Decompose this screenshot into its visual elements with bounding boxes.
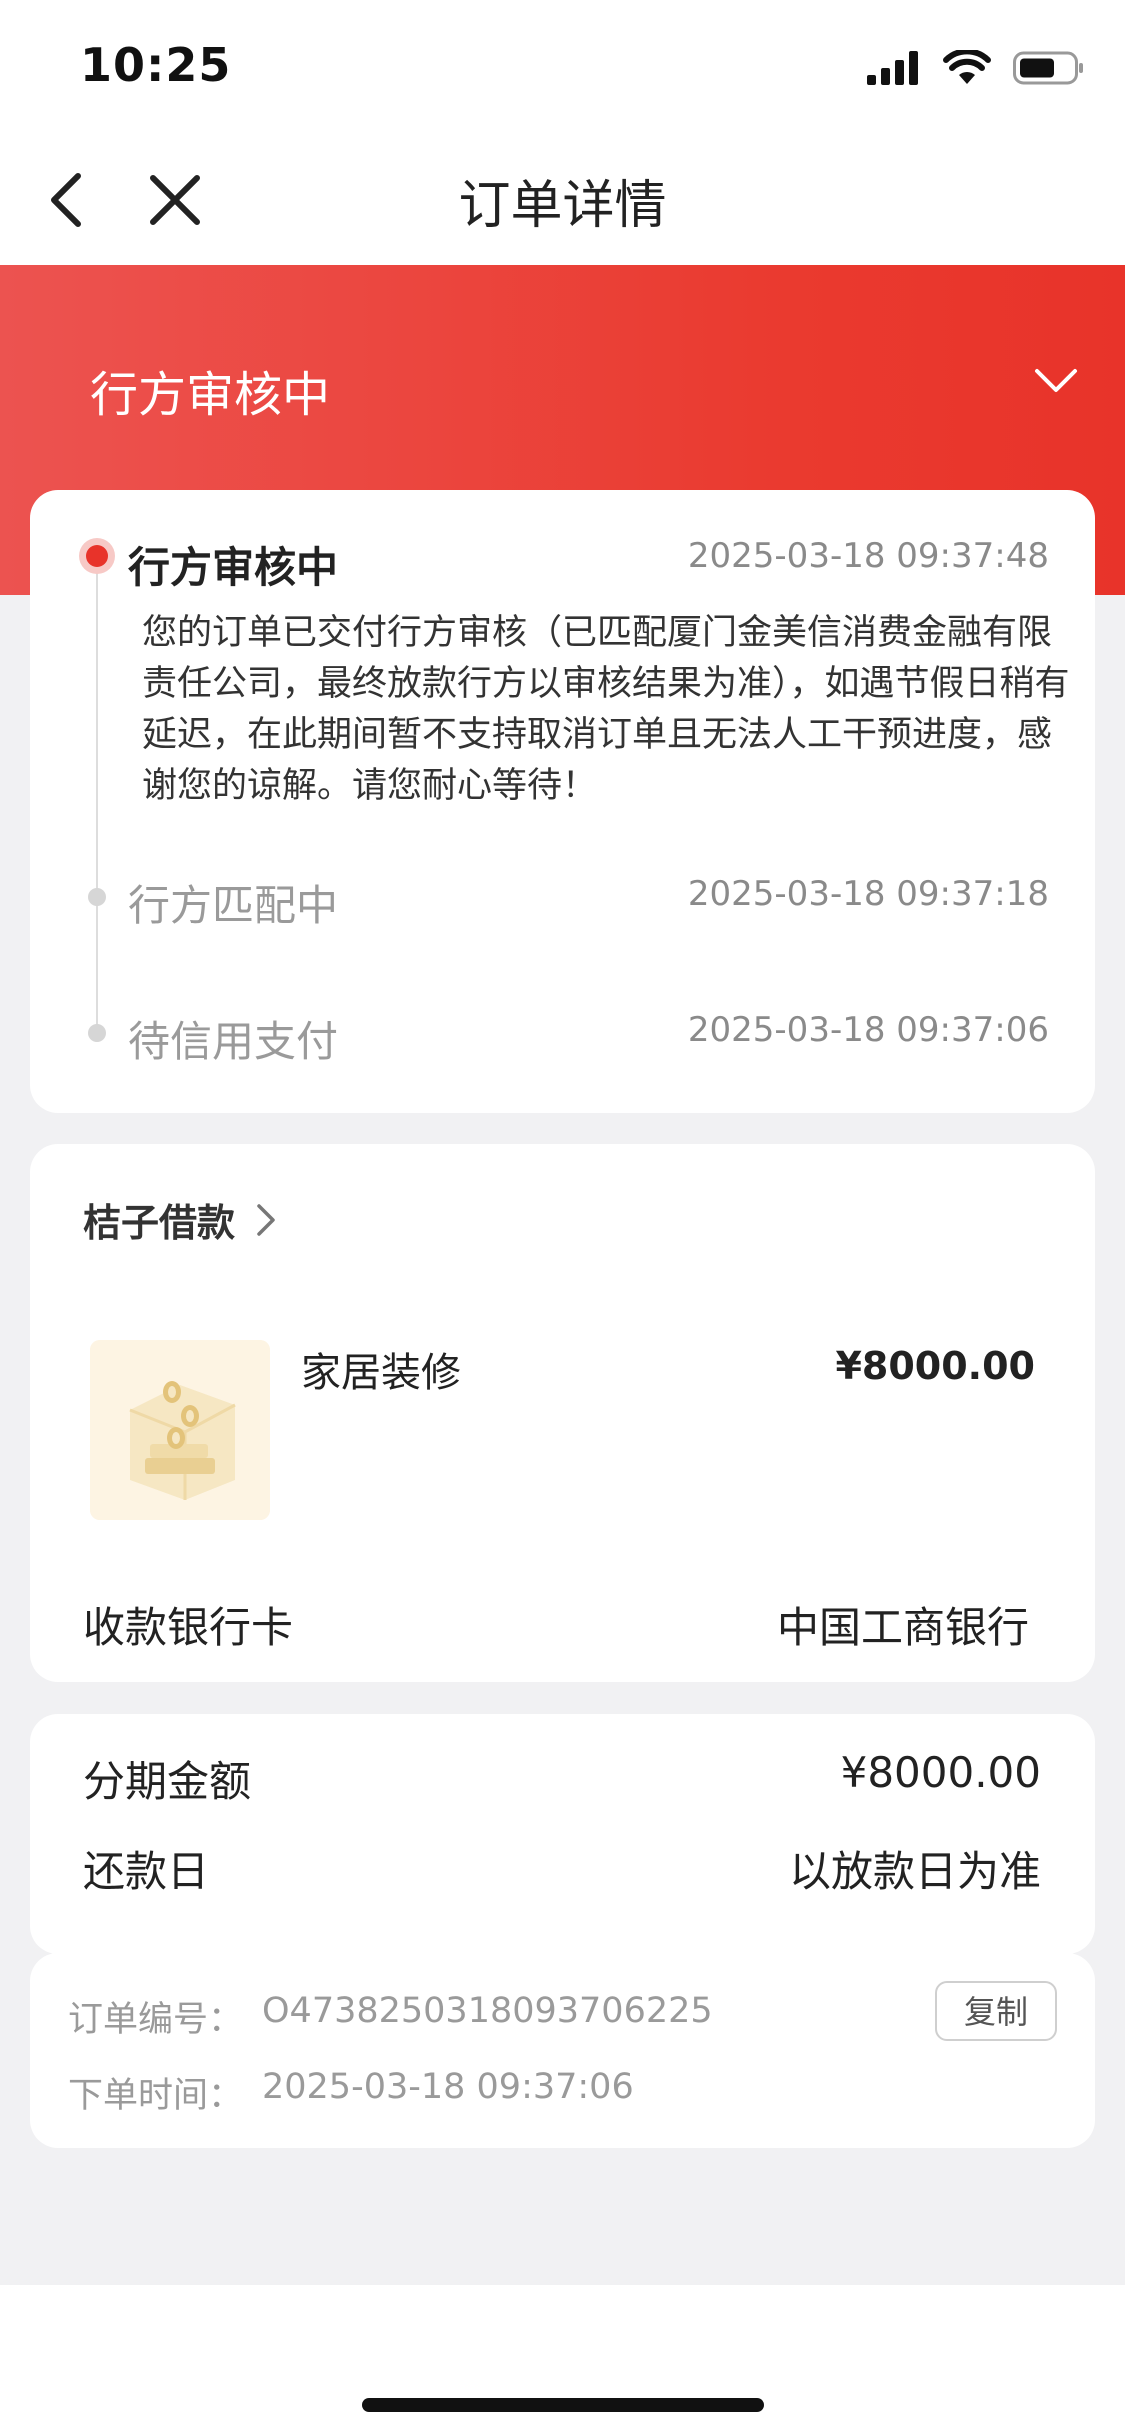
timeline-line bbox=[96, 570, 98, 1040]
timeline-step-title: 行方审核中 bbox=[128, 543, 339, 592]
timeline-step-time: 2025-03-18 09:37:18 bbox=[687, 874, 1049, 914]
installment-card: 分期金额 ¥8000.00 还款日 以放款日为准 bbox=[30, 1714, 1095, 1954]
status-bar: 10:25 bbox=[0, 0, 1125, 135]
order-time-label: 下单时间： bbox=[68, 2076, 244, 2116]
order-info-card: 订单编号： O473825031809370622​5 复制 下单时间： 202… bbox=[30, 1953, 1095, 2148]
installment-amount-value: ¥8000.00 bbox=[840, 1748, 1041, 1797]
order-number-value: O473825031809370622​5 bbox=[262, 1991, 713, 2031]
merchant-name: 桔子借款 bbox=[83, 1201, 236, 1245]
bottom-safe-area bbox=[0, 2285, 1125, 2436]
product-card: 桔子借款 家居装修 ¥8000.00 收款银行卡 中国工商银行 bbox=[30, 1144, 1095, 1682]
installment-amount-label: 分期金额 bbox=[83, 1757, 252, 1806]
status-time: 10:25 bbox=[80, 38, 232, 92]
chevron-down-icon[interactable] bbox=[1031, 361, 1081, 401]
bank-card-label: 收款银行卡 bbox=[83, 1603, 294, 1652]
coins-box-icon bbox=[90, 1340, 270, 1520]
product-name: 家居装修 bbox=[301, 1350, 461, 1396]
bank-card-value: 中国工商银行 bbox=[776, 1603, 1029, 1652]
home-indicator[interactable] bbox=[362, 2398, 764, 2412]
repayment-day-value: 以放款日为准 bbox=[788, 1847, 1041, 1896]
chevron-right-icon bbox=[257, 1203, 275, 1236]
timeline-step-title: 行方匹配中 bbox=[128, 881, 339, 930]
cellular-signal-icon bbox=[867, 51, 918, 85]
repayment-day-label: 还款日 bbox=[83, 1847, 210, 1896]
timeline-dot bbox=[88, 888, 106, 906]
timeline-dot bbox=[88, 1024, 106, 1042]
timeline-dot-active bbox=[79, 538, 115, 574]
product-image bbox=[90, 1340, 270, 1520]
status-icons bbox=[867, 50, 1085, 86]
page-title: 订单详情 bbox=[458, 176, 667, 236]
copy-button[interactable]: 复制 bbox=[935, 1981, 1057, 2041]
timeline-step-title: 待信用支付 bbox=[128, 1017, 339, 1066]
timeline-step-description: 您的订单已交付行方审核（已匹配厦门金美信消费金融有限责任公司，最终放款行方以审核… bbox=[142, 613, 1070, 806]
wifi-icon bbox=[943, 50, 991, 84]
battery-icon bbox=[1013, 51, 1083, 85]
status-header-title: 行方审核中 bbox=[90, 367, 331, 423]
progress-timeline-card: 行方审核中 2025-03-18 09:37:48 您的订单已交付行方审核（已匹… bbox=[30, 490, 1095, 1113]
timeline-step-time: 2025-03-18 09:37:06 bbox=[687, 1010, 1049, 1050]
nav-bar: 订单详情 bbox=[0, 135, 1125, 265]
product-price: ¥8000.00 bbox=[835, 1344, 1035, 1388]
timeline-step-time: 2025-03-18 09:37:48 bbox=[687, 536, 1049, 576]
order-number-label: 订单编号： bbox=[68, 2000, 244, 2040]
order-time-value: 2025-03-18 09:37:06 bbox=[262, 2067, 634, 2107]
merchant-link[interactable]: 桔子借款 bbox=[83, 1192, 277, 1247]
